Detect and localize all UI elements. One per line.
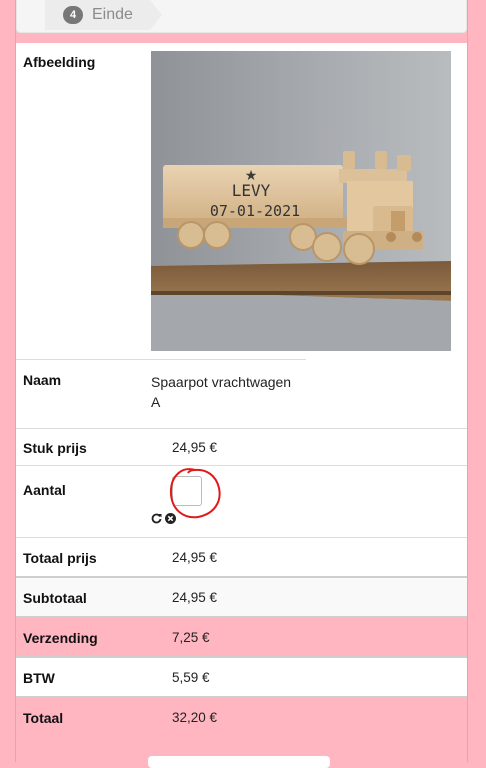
engraving-date: 07-01-2021 (210, 202, 300, 220)
subtotal-row: Subtotaal 24,95 € (16, 578, 467, 616)
image-label: Afbeelding (23, 54, 96, 70)
name-label: Naam (23, 372, 62, 388)
vat-label: BTW (23, 670, 55, 686)
line-total-label: Totaal prijs (23, 550, 97, 566)
name-row: Naam Spaarpot vrachtwagen A (16, 360, 467, 428)
quantity-actions (151, 511, 176, 524)
grand-total-label: Totaal (23, 710, 64, 726)
unit-price-label: Stuk prijs (23, 440, 87, 456)
grand-total-row: Totaal 32,20 € (16, 698, 467, 737)
unit-price-value: 24,95 € (172, 440, 218, 455)
line-total-row: Totaal prijs 24,95 € (16, 538, 467, 576)
subtotal-value: 24,95 € (172, 590, 218, 605)
subtotal-label: Subtotaal (23, 590, 87, 606)
vat-value: 5,59 € (172, 670, 210, 685)
refresh-icon[interactable] (151, 511, 162, 524)
cart-table: Afbeelding ★ LEVY 07-01-2021 Naam Spaarp… (16, 43, 467, 737)
product-image[interactable]: ★ LEVY 07-01-2021 (151, 51, 451, 351)
remove-icon[interactable] (165, 511, 176, 524)
next-button-edge[interactable] (148, 756, 330, 768)
image-row: Afbeelding ★ LEVY 07-01-2021 (16, 43, 467, 359)
shipping-label: Verzending (23, 630, 98, 646)
product-name: Spaarpot vrachtwagen A (151, 374, 292, 410)
quantity-row: Aantal (16, 466, 467, 537)
step-number-badge: 4 (63, 6, 83, 24)
vat-row: BTW 5,59 € (16, 658, 467, 696)
toy-truck-photo: ★ LEVY 07-01-2021 (151, 51, 451, 351)
shipping-value: 7,25 € (172, 630, 210, 645)
grand-total-value: 32,20 € (172, 710, 218, 725)
checkout-steps: 4 Einde (16, 0, 467, 33)
step-einde[interactable]: 4 Einde (45, 0, 162, 30)
right-edge (467, 0, 468, 762)
step-label: Einde (92, 6, 133, 23)
shipping-row: Verzending 7,25 € (16, 618, 467, 656)
unit-price-row: Stuk prijs 24,95 € (16, 429, 467, 465)
engraving-name: LEVY (232, 181, 271, 200)
line-total-value: 24,95 € (172, 550, 218, 565)
quantity-label: Aantal (23, 482, 66, 498)
